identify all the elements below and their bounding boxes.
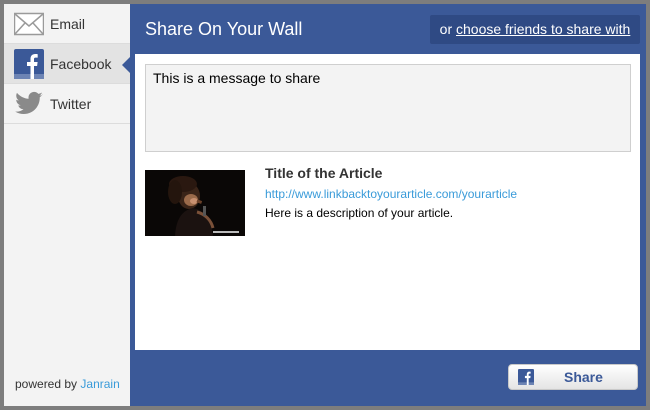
facebook-icon bbox=[518, 369, 534, 385]
or-text: or bbox=[439, 21, 453, 37]
article-title: Title of the Article bbox=[265, 165, 383, 181]
sidebar-item-email[interactable]: Email bbox=[4, 4, 130, 44]
sidebar-item-label: Twitter bbox=[50, 96, 92, 112]
sidebar-item-twitter[interactable]: Twitter bbox=[4, 84, 130, 124]
share-button[interactable]: Share bbox=[508, 364, 638, 390]
choose-friends-box: or choose friends to share with bbox=[430, 15, 640, 44]
share-panel: Share On Your Wall or choose friends to … bbox=[130, 4, 646, 406]
provider-sidebar: Email Facebook Twitter powered by Janrai… bbox=[4, 4, 130, 406]
janrain-link[interactable]: Janrain bbox=[80, 377, 119, 391]
share-content: This is a message to share Title of the bbox=[135, 54, 640, 350]
article-thumbnail bbox=[145, 170, 245, 236]
share-button-label: Share bbox=[564, 369, 603, 385]
message-input[interactable]: This is a message to share bbox=[145, 64, 631, 152]
powered-by-text: powered by bbox=[15, 377, 78, 391]
envelope-icon bbox=[13, 9, 45, 39]
powered-by: powered by Janrain bbox=[15, 377, 120, 391]
choose-friends-link[interactable]: choose friends to share with bbox=[456, 21, 630, 37]
article-link[interactable]: http://www.linkbacktoyourarticle.com/you… bbox=[265, 187, 517, 201]
sidebar-item-label: Facebook bbox=[50, 56, 112, 72]
article-description: Here is a description of your article. bbox=[265, 206, 454, 220]
sidebar-item-label: Email bbox=[50, 16, 86, 32]
panel-title: Share On Your Wall bbox=[145, 19, 303, 39]
active-item-pointer bbox=[122, 57, 130, 73]
facebook-icon bbox=[14, 49, 44, 79]
sidebar-item-facebook[interactable]: Facebook bbox=[4, 44, 130, 84]
share-widget: Email Facebook Twitter powered by Janrai… bbox=[4, 4, 646, 406]
twitter-icon bbox=[14, 89, 44, 119]
